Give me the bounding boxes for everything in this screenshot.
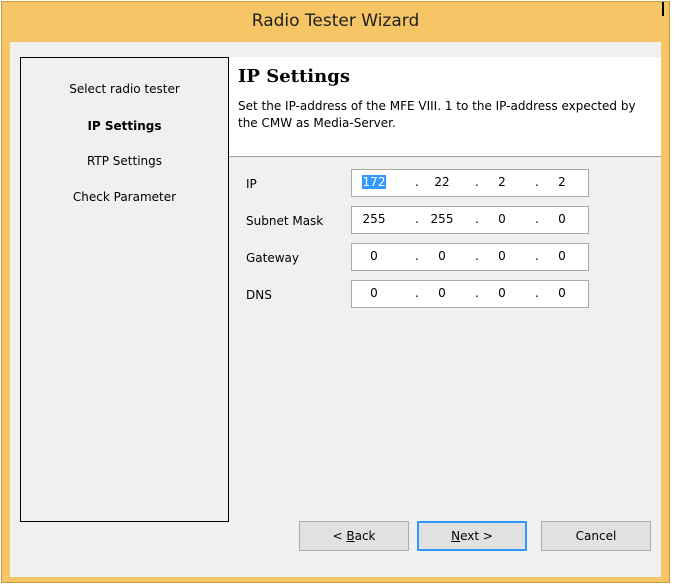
wizard-client-area: Select radio tester IP Settings RTP Sett… (10, 42, 661, 577)
octet-separator: . (415, 212, 419, 226)
octet-separator: . (475, 249, 479, 263)
dns-octet-3[interactable]: 0 (484, 286, 520, 300)
octet-separator: . (475, 286, 479, 300)
ip-label: IP (246, 177, 257, 191)
subnet-octet-1[interactable]: 255 (356, 212, 392, 226)
dns-input[interactable]: 0 . 0 . 0 . 0 (351, 280, 589, 308)
octet-separator: . (535, 286, 539, 300)
gateway-octet-1[interactable]: 0 (356, 249, 392, 263)
ip-address-input[interactable]: 172 . 22 . 2 . 2 (351, 169, 589, 197)
octet-separator: . (415, 249, 419, 263)
dns-octet-1[interactable]: 0 (356, 286, 392, 300)
back-button[interactable]: < Back (299, 521, 409, 551)
step-check-parameter: Check Parameter (72, 190, 177, 204)
next-button-mnemonic: N (451, 529, 461, 543)
next-button[interactable]: Next > (417, 521, 527, 551)
window-close-edge[interactable] (662, 2, 669, 16)
octet-separator: . (475, 212, 479, 226)
back-button-label: ack (354, 529, 376, 543)
subnet-octet-2[interactable]: 255 (424, 212, 460, 226)
octet-separator: . (475, 175, 479, 189)
ip-octet-2[interactable]: 22 (424, 175, 460, 189)
cancel-button[interactable]: Cancel (541, 521, 651, 551)
ip-octet-1[interactable]: 172 (356, 175, 392, 189)
gateway-input[interactable]: 0 . 0 . 0 . 0 (351, 243, 589, 271)
subnet-mask-label: Subnet Mask (246, 214, 324, 228)
ip-octet-3[interactable]: 2 (484, 175, 520, 189)
step-rtp-settings: RTP Settings (86, 154, 163, 168)
page-header: IP Settings Set the IP-address of the MF… (229, 57, 661, 157)
octet-separator: . (535, 175, 539, 189)
window-title: Radio Tester Wizard (251, 11, 420, 31)
octet-separator: . (415, 175, 419, 189)
dns-octet-2[interactable]: 0 (424, 286, 460, 300)
page-title: IP Settings (238, 66, 350, 87)
subnet-octet-4[interactable]: 0 (544, 212, 580, 226)
page-description: Set the IP-address of the MFE VIII. 1 to… (238, 99, 636, 130)
back-button-prefix: < (332, 529, 347, 543)
subnet-octet-3[interactable]: 0 (484, 212, 520, 226)
octet-separator: . (535, 249, 539, 263)
gateway-octet-2[interactable]: 0 (424, 249, 460, 263)
subnet-mask-input[interactable]: 255 . 255 . 0 . 0 (351, 206, 589, 234)
gateway-octet-4[interactable]: 0 (544, 249, 580, 263)
next-button-label: ext > (460, 529, 493, 543)
back-button-mnemonic: B (346, 529, 355, 543)
octet-separator: . (415, 286, 419, 300)
ip-octet-4[interactable]: 2 (544, 175, 580, 189)
gateway-label: Gateway (246, 251, 300, 265)
step-select-radio-tester: Select radio tester (69, 82, 180, 96)
dns-label: DNS (246, 288, 272, 302)
wizard-steps-panel: Select radio tester IP Settings RTP Sett… (20, 57, 229, 522)
octet-separator: . (535, 212, 539, 226)
step-ip-settings: IP Settings (87, 119, 162, 133)
wizard-window: Radio Tester Wizard Select radio tester … (1, 1, 670, 583)
gateway-octet-3[interactable]: 0 (484, 249, 520, 263)
dns-octet-4[interactable]: 0 (544, 286, 580, 300)
